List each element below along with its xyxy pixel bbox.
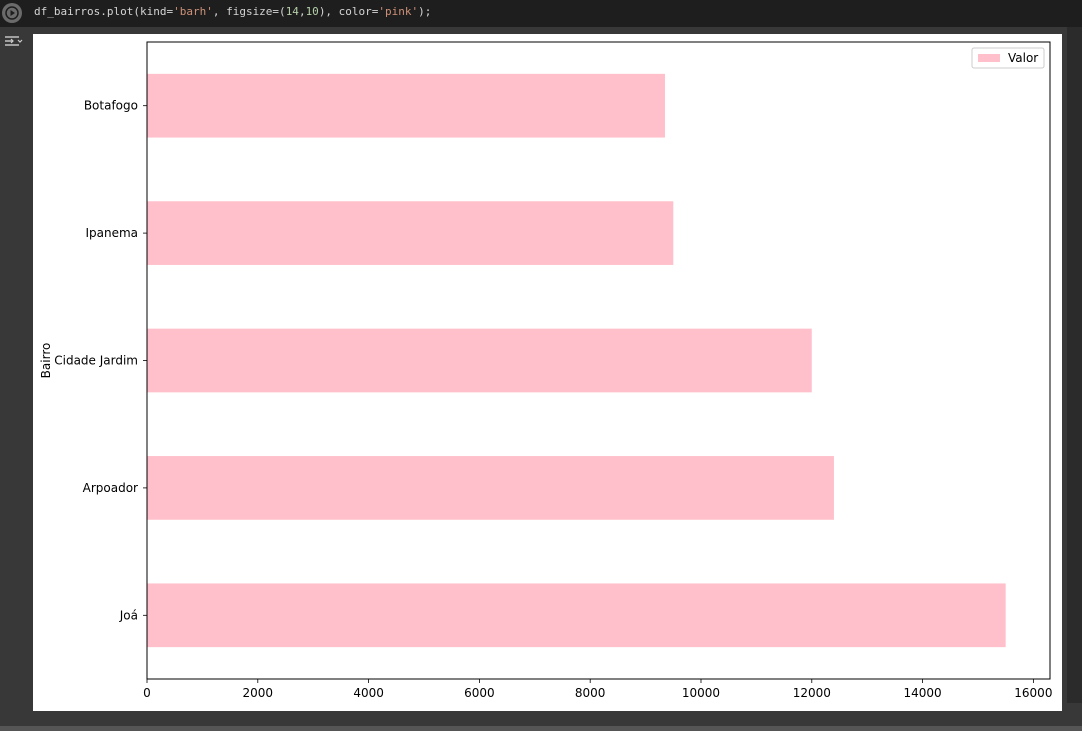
bar — [147, 456, 834, 520]
cell-bottom-border — [0, 726, 1082, 731]
legend: Valor — [971, 47, 1045, 69]
x-tick-label: 2000 — [243, 686, 274, 700]
bar — [147, 201, 674, 265]
bar — [147, 328, 812, 393]
code-line[interactable]: df_bairros.plot(kind='barh', figsize=(14… — [34, 5, 431, 19]
x-tick-label: 8000 — [575, 686, 606, 700]
code-token: ), color= — [318, 5, 379, 18]
y-tick-label: Arpoador — [83, 481, 138, 495]
output-toggle-icon — [5, 36, 23, 46]
bar-chart: Joá Arpoador Cidade Jardim Ipanema Botafogo 0… — [39, 41, 1052, 700]
x-tick-label: 14000 — [903, 686, 941, 700]
legend-swatch — [978, 54, 1000, 62]
code-token: , — [298, 5, 306, 18]
chart-figure: Joá Arpoador Cidade Jardim Ipanema Botafogo 0… — [33, 34, 1062, 711]
bar — [147, 583, 1006, 648]
code-token: 14 — [285, 5, 299, 18]
output-toggle-button[interactable] — [3, 34, 23, 50]
y-tick-label: Botafogo — [84, 99, 138, 113]
bar — [147, 73, 665, 138]
run-cell-button[interactable] — [2, 3, 22, 23]
y-axis-label: Bairro — [39, 343, 53, 379]
x-tick-label: 12000 — [793, 686, 831, 700]
play-circle-icon — [5, 6, 19, 20]
output-scrollbar[interactable] — [1067, 27, 1082, 703]
output-gutter — [0, 27, 26, 731]
x-tick-label: 6000 — [464, 686, 495, 700]
y-tick-label: Ipanema — [85, 226, 138, 240]
code-token: ); — [418, 5, 432, 18]
code-token: df_bairros.plot(kind= — [34, 5, 174, 18]
code-token: 'pink' — [378, 5, 419, 18]
x-tick-label: 10000 — [682, 686, 720, 700]
code-cell[interactable]: df_bairros.plot(kind='barh', figsize=(14… — [0, 0, 1082, 27]
y-tick-label: Cidade Jardim — [54, 354, 138, 368]
code-token: 'barh' — [173, 5, 213, 18]
code-token: 10 — [305, 5, 319, 18]
x-tick-label: 4000 — [353, 686, 384, 700]
x-tick-label: 16000 — [1014, 686, 1052, 700]
code-token: , figsize=( — [212, 5, 286, 18]
y-tick-label: Joá — [119, 608, 138, 622]
legend-label: Valor — [1008, 51, 1038, 65]
x-tick-label: 0 — [143, 686, 151, 700]
